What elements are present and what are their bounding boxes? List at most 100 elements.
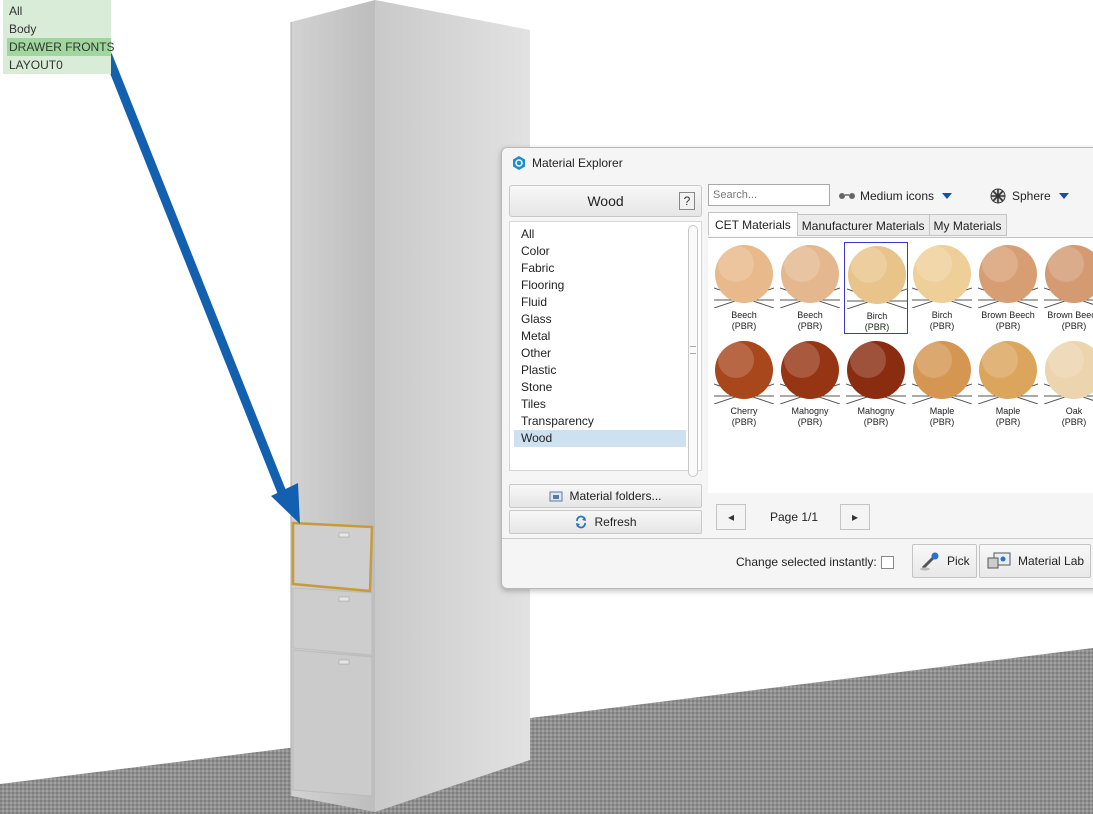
layer-item-layout0[interactable]: LAYOUT0 [9,56,111,74]
drawer-front-2 [292,587,373,656]
material-name: Birch (PBR) [929,310,955,331]
refresh-icon [576,515,587,529]
material-tile[interactable]: Maple (PBR) [910,338,974,430]
next-page-button[interactable]: ▸ [840,504,870,530]
material-sphere [912,340,972,404]
eyedropper-icon [920,552,939,571]
category-item-metal[interactable]: Metal [514,328,686,345]
material-name: Brown Beech(PBR) [981,310,1035,331]
refresh-button[interactable]: Refresh [509,510,702,534]
material-tile[interactable]: Oak (PBR) [1042,338,1093,430]
annotation-arrow [103,51,290,505]
view-dropdown[interactable]: Medium icons [838,186,953,206]
category-item-flooring[interactable]: Flooring [514,277,686,294]
layer-item-all[interactable]: All [9,2,111,20]
material-name: Beech (PBR) [797,310,823,331]
shape-dropdown[interactable]: Sphere [990,186,1069,206]
search-input[interactable] [708,184,830,206]
help-button[interactable]: ? [679,192,695,210]
material-name: Birch (PBR) [864,311,890,332]
dialog-title: Material Explorer [532,156,623,170]
material-tile[interactable]: Beech (PBR) [778,242,842,334]
category-item-color[interactable]: Color [514,243,686,260]
material-tile[interactable]: Beech (PBR) [712,242,776,334]
material-sphere [780,340,840,404]
category-header: Wood ? [509,185,702,217]
material-lab-label: Material Lab [1018,554,1085,568]
category-list: All Color Fabric Flooring Fluid Glass Me… [509,221,702,477]
category-item-stone[interactable]: Stone [514,379,686,396]
category-scrollbar[interactable] [688,225,698,477]
category-item-transparency[interactable]: Transparency [514,413,686,430]
category-item-glass[interactable]: Glass [514,311,686,328]
material-tile-selected[interactable]: Birch (PBR) [844,242,908,334]
material-tile[interactable]: Brown Beech(PBR) [1042,242,1093,334]
title-bar[interactable]: Material Explorer [502,148,1093,178]
material-sphere [714,244,774,308]
category-item-wood[interactable]: Wood [514,430,686,447]
prev-page-button[interactable]: ◂ [716,504,746,530]
layer-item-body[interactable]: Body [9,20,111,38]
material-tile[interactable]: Mahogny (PBR) [778,338,842,430]
material-lab-icon [987,552,1011,569]
material-tile[interactable]: Birch (PBR) [910,242,974,334]
material-sphere [714,340,774,404]
material-name: Cherry (PBR) [730,406,758,427]
material-sphere [978,340,1038,404]
material-name: Oak (PBR) [1061,406,1087,427]
tab-my-materials[interactable]: My Materials [928,214,1007,236]
material-explorer-dialog: Material Explorer Wood ? All Color Fabri… [501,147,1093,589]
material-grid: Beech (PBR) Beech (PBR) Birch (PBR) Birch (P… [708,237,1093,493]
change-instantly-checkbox[interactable] [880,555,894,569]
material-lab-button[interactable]: Material Lab [979,544,1092,578]
tab-manufacturer-materials[interactable]: Manufacturer Materials [796,214,930,236]
change-instantly-label: Change selected instantly: [736,555,877,569]
change-instantly-option: Change selected instantly: [736,555,894,569]
material-tile[interactable]: Mahogny (PBR) [844,338,908,430]
material-sphere [978,244,1038,308]
view-dropdown-label: Medium icons [860,189,935,203]
refresh-label: Refresh [594,515,637,529]
annotation-arrow-head [271,483,300,524]
category-item-all[interactable]: All [514,226,686,243]
material-name: Mahogny (PBR) [857,406,895,427]
category-item-fluid[interactable]: Fluid [514,294,686,311]
floor [0,648,1093,814]
layers-list: All Body DRAWER FRONTS LAYOUT0 [3,0,115,74]
material-tile[interactable]: Maple (PBR) [976,338,1040,430]
material-sphere [1044,340,1093,404]
material-sphere [780,244,840,308]
pick-button[interactable]: Pick [912,544,977,578]
material-tile[interactable]: Brown Beech(PBR) [976,242,1040,334]
category-item-other[interactable]: Other [514,345,686,362]
scroll-grip[interactable] [690,346,696,354]
dialog-footer: Change selected instantly: Pick Material… [502,538,1093,588]
category-item-plastic[interactable]: Plastic [514,362,686,379]
material-folders-button[interactable]: Material folders... [509,484,702,508]
material-tile[interactable]: Cherry (PBR) [712,338,776,430]
category-item-fabric[interactable]: Fabric [514,260,686,277]
page-indicator: Page 1/1 [770,510,819,524]
material-name: Mahogny (PBR) [791,406,829,427]
material-sphere [846,340,906,404]
material-sphere [912,244,972,308]
tab-cet-materials[interactable]: CET Materials [708,212,798,236]
material-name: Brown Beech(PBR) [1047,310,1093,331]
glasses-icon [839,193,855,199]
chevron-down-icon [942,193,953,199]
app-icon [513,156,525,170]
drawer-front-1 [292,523,373,593]
layer-item-drawer-fronts[interactable]: DRAWER FRONTS [7,38,115,56]
drawer-handle [338,659,350,665]
material-folders-label: Material folders... [569,489,662,503]
chevron-down-icon [1058,193,1069,199]
folder-icon [549,491,563,502]
material-name: Maple (PBR) [995,406,1021,427]
material-name: Maple (PBR) [929,406,955,427]
category-title: Wood [587,193,624,209]
pager: ◂ Page 1/1 ▸ [708,504,1093,532]
category-pane: Wood ? All Color Fabric Flooring Fluid G… [508,184,703,536]
category-item-tiles[interactable]: Tiles [514,396,686,413]
material-sphere [847,245,907,309]
material-name: Beech (PBR) [731,310,757,331]
